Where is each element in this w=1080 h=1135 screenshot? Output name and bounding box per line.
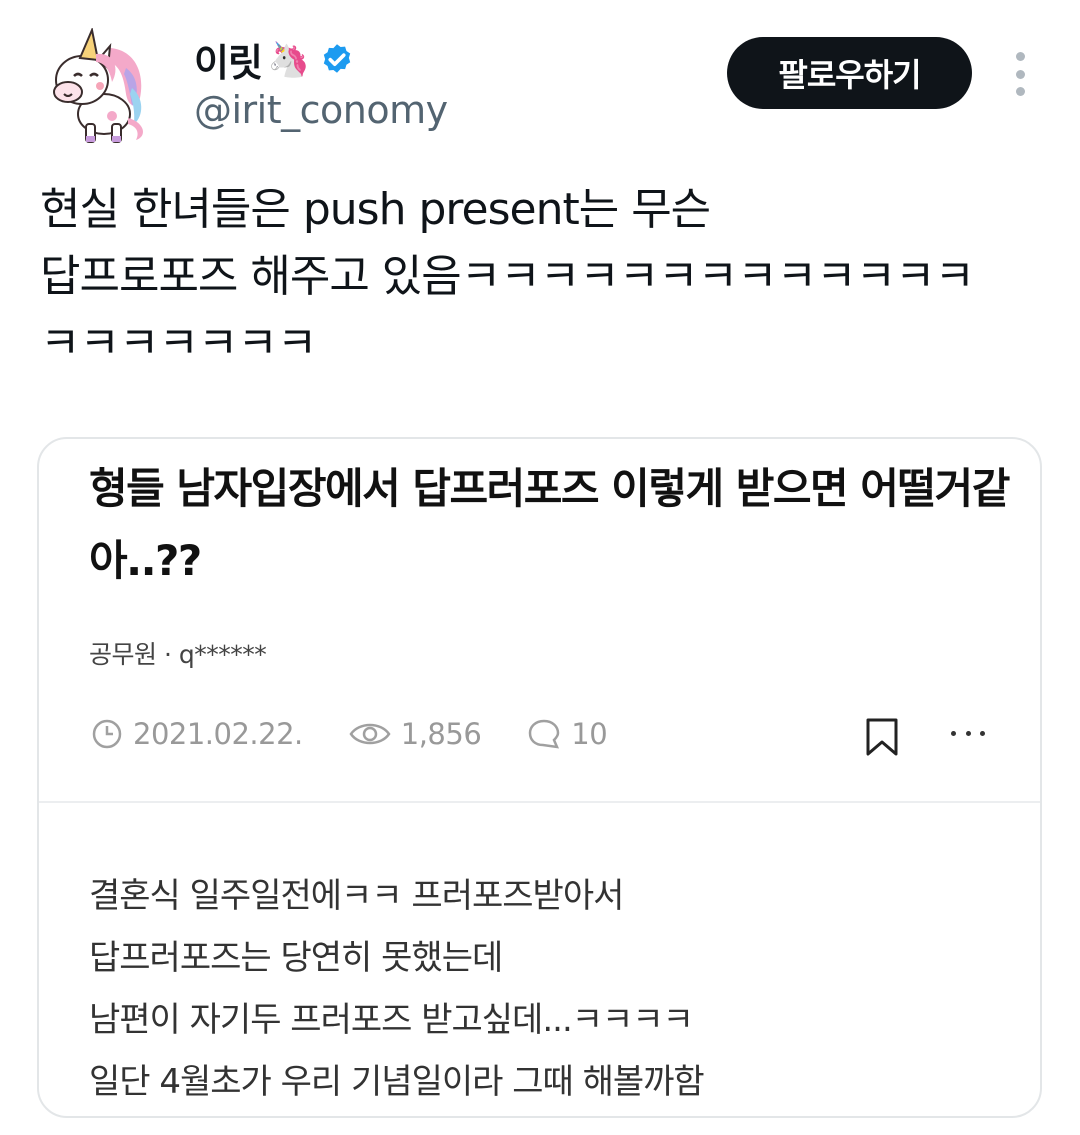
- card-title: 형들 남자입장에서 답프러포즈 이렇게 받으면 어떨거같아..??: [89, 464, 1010, 585]
- post-date: 2021.02.22.: [133, 717, 303, 751]
- card-body: 결혼식 일주일전에ㅋㅋ 프러포즈받아서 답프러포즈는 당연히 못했는데 남편이 …: [89, 865, 1009, 1113]
- divider: [39, 801, 1040, 803]
- views-stat: 1,856: [349, 717, 482, 751]
- unicorn-avatar-icon: [53, 26, 143, 143]
- avatar[interactable]: [40, 26, 158, 146]
- eye-icon: [349, 723, 391, 745]
- dot: [951, 730, 956, 736]
- dot: [980, 730, 985, 736]
- dot: [1015, 52, 1025, 61]
- follow-button[interactable]: 팔로우하기: [727, 37, 972, 109]
- clock-icon: [92, 719, 122, 749]
- body-line: 답프러포즈는 당연히 못했는데: [89, 938, 503, 978]
- body-line: 남편이 자기두 프러포즈 받고싶데...ㅋㅋㅋㅋ: [89, 1000, 694, 1040]
- embedded-image-card[interactable]: 형들 남자입장에서 답프러포즈 이렇게 받으면 어떨거같아..?? 공무원 · …: [37, 437, 1042, 1118]
- more-vertical-icon[interactable]: [1006, 52, 1034, 96]
- verified-badge-icon: [324, 43, 351, 73]
- more-horizontal-icon[interactable]: [951, 727, 985, 739]
- unicorn-emoji: 🦄: [267, 39, 310, 80]
- user-handle[interactable]: @irit_conomy: [194, 88, 448, 132]
- tweet-text: 현실 한녀들은 push present는 무슨 답프로포즈 해주고 있음ㅋㅋㅋ…: [40, 184, 975, 369]
- date-stat: 2021.02.22.: [91, 717, 303, 751]
- view-count: 1,856: [400, 717, 482, 751]
- body-line: 일단 4월초가 우리 기념일이라 그때 해볼까함: [89, 1062, 705, 1102]
- comments-stat: 10: [527, 717, 608, 751]
- display-name[interactable]: 이릿 🦄: [194, 32, 355, 87]
- card-stats: 2021.02.22. 1,856 10: [91, 714, 653, 754]
- dot: [1015, 69, 1025, 79]
- body-line: 결혼식 일주일전에ㅋㅋ 프러포즈받아서: [89, 876, 624, 916]
- comment-count: 10: [571, 717, 608, 751]
- comment-icon: [529, 719, 560, 749]
- display-name-text: 이릿: [194, 41, 263, 85]
- bookmark-icon[interactable]: [865, 717, 899, 757]
- dot: [1015, 87, 1025, 96]
- card-author-meta: 공무원 · q******: [89, 640, 267, 669]
- dot: [965, 730, 971, 736]
